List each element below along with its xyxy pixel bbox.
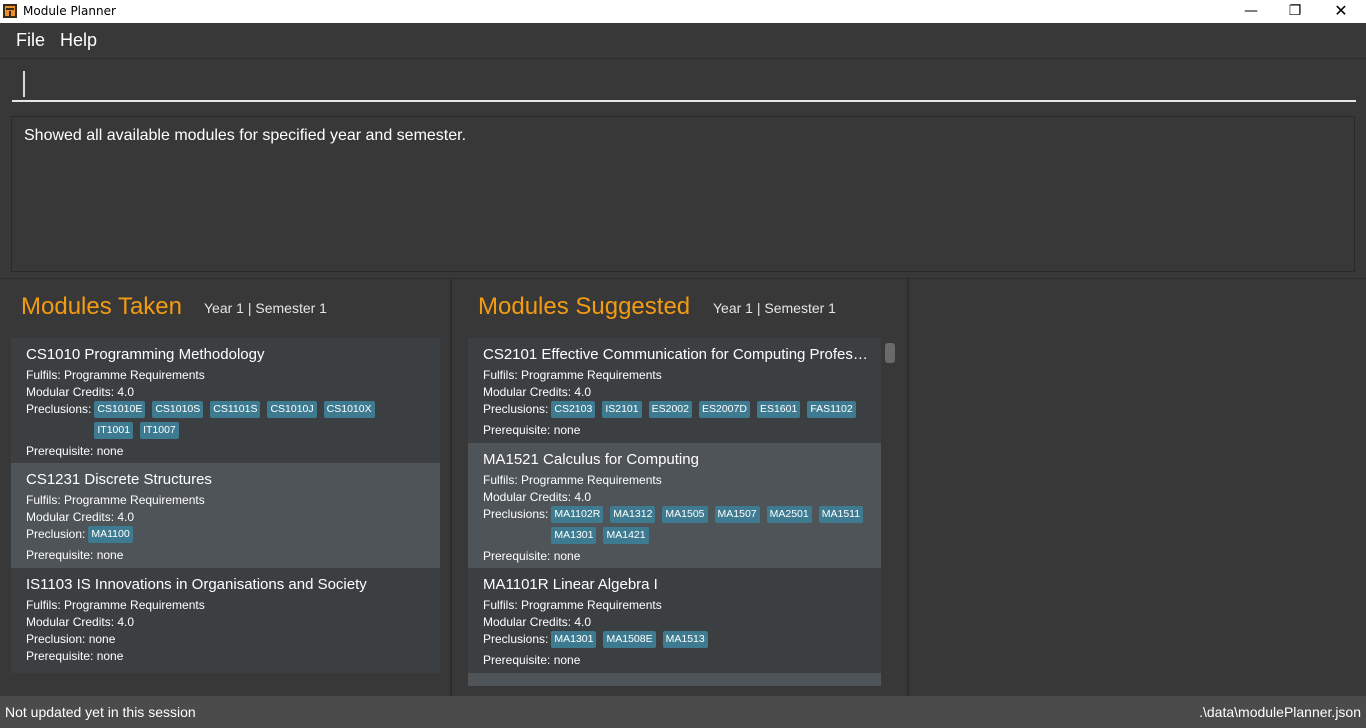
- module-fulfils: Fulfils: Programme Requirements: [26, 493, 205, 507]
- preclusion-label: Preclusions:: [483, 632, 549, 646]
- preclusion-tag: IT1001: [94, 422, 134, 439]
- module-card[interactable]: CS2101 Effective Communication for Compu…: [468, 338, 881, 443]
- module-prerequisite: Prerequisite: none: [483, 653, 581, 667]
- module-credits: Modular Credits: 4.0: [483, 490, 592, 504]
- module-credits: Modular Credits: 4.0: [483, 385, 592, 399]
- module-card[interactable]: MA1521 Calculus for Computing Fulfils: P…: [468, 443, 881, 568]
- sync-status: Not updated yet in this session: [5, 704, 196, 720]
- preclusion-tag: FAS1102: [807, 401, 856, 418]
- module-prerequisite: Prerequisite: none: [26, 649, 124, 663]
- preclusion-tag: MA1513: [662, 631, 708, 648]
- close-button[interactable]: ✕: [1318, 0, 1364, 23]
- text-caret: [23, 71, 25, 97]
- module-preclusions: Preclusions: MA1102R MA1312 MA1505 MA150…: [483, 506, 878, 548]
- panel-divider: [450, 279, 452, 697]
- preclusion-tag: MA1312: [610, 506, 656, 523]
- panel-divider: [907, 279, 909, 697]
- preclusion-tag: CS1101S: [210, 401, 261, 418]
- preclusion-tag: MA1102R: [551, 506, 604, 523]
- preclusion-tag: CS1010E: [94, 401, 146, 418]
- module-title: CS1010 Programming Methodology: [26, 346, 265, 363]
- command-input[interactable]: [12, 64, 1356, 102]
- preclusion-tag: MA1100: [88, 526, 133, 543]
- preclusion-tag: MA1507: [714, 506, 760, 523]
- module-preclusions: Preclusions: MA1301 MA1508E MA1513: [483, 631, 881, 652]
- preclusion-tag: MA1301: [551, 527, 597, 544]
- module-preclusions: Preclusion: MA1100: [26, 526, 440, 547]
- command-box: [0, 58, 1366, 111]
- module-preclusions: Preclusions: CS2103 IS2101 ES2002 ES2007…: [483, 401, 878, 422]
- modules-suggested-list[interactable]: CS2101 Effective Communication for Compu…: [468, 338, 881, 686]
- menu-file[interactable]: File: [16, 30, 45, 51]
- module-credits: Modular Credits: 4.0: [26, 385, 135, 399]
- title-bar: Module Planner — ❐ ✕: [0, 0, 1366, 23]
- module-title: MA1521 Calculus for Computing: [483, 451, 699, 468]
- modules-taken-list[interactable]: CS1010 Programming Methodology Fulfils: …: [11, 338, 440, 673]
- menu-help[interactable]: Help: [60, 30, 97, 51]
- preclusion-tag: MA1505: [662, 506, 708, 523]
- preclusion-tag: CS1010J: [267, 401, 317, 418]
- module-title: IS1103 IS Innovations in Organisations a…: [26, 576, 367, 593]
- result-display-area: Showed all available modules for specifi…: [0, 110, 1366, 278]
- preclusion-label: Preclusions:: [483, 507, 549, 521]
- module-prerequisite: Prerequisite: none: [483, 423, 581, 437]
- app-logo-icon: [3, 4, 17, 18]
- module-prerequisite: Prerequisite: none: [483, 549, 581, 563]
- preclusion-label: Preclusions:: [26, 402, 92, 416]
- preclusion-tag: MA1421: [603, 527, 649, 544]
- module-title: CS2101 Effective Communication for Compu…: [483, 346, 873, 363]
- preclusion-tag: MA2501: [766, 506, 812, 523]
- module-title: MA1101R Linear Algebra I: [483, 576, 658, 593]
- module-card[interactable]: CS1010 Programming Methodology Fulfils: …: [11, 338, 440, 463]
- restore-button[interactable]: ❐: [1272, 0, 1318, 23]
- preclusion-tag: CS1010S: [152, 401, 204, 418]
- module-preclusions: Preclusions: CS1010E CS1010S CS1101S CS1…: [26, 401, 421, 443]
- preclusion-tag: ES2007D: [698, 401, 750, 418]
- module-credits: Modular Credits: 4.0: [483, 615, 592, 629]
- preclusion-tag: ES1601: [756, 401, 801, 418]
- module-card[interactable]: IS1103 IS Innovations in Organisations a…: [11, 568, 440, 673]
- module-fulfils: Fulfils: Programme Requirements: [26, 368, 205, 382]
- modules-suggested-title: Modules Suggested: [478, 293, 691, 320]
- window-title: Module Planner: [23, 4, 116, 18]
- status-bar: Not updated yet in this session .\data\m…: [0, 696, 1366, 728]
- preclusion-label: Preclusions:: [483, 402, 549, 416]
- preclusion-tag: IT1007: [140, 422, 179, 439]
- modules-taken-subtitle: Year 1 | Semester 1: [204, 300, 327, 316]
- preclusion-tag: IS2101: [602, 401, 642, 418]
- preclusion-label: Preclusion:: [26, 527, 86, 541]
- scrollbar-thumb[interactable]: [885, 343, 895, 363]
- preclusion-tag: CS1010X: [323, 401, 375, 418]
- module-preclusions: Preclusion: none: [26, 632, 116, 646]
- module-title: CS1231 Discrete Structures: [26, 471, 212, 488]
- preclusion-tag: CS2103: [551, 401, 596, 418]
- module-fulfils: Fulfils: Programme Requirements: [483, 598, 662, 612]
- modules-suggested-subtitle: Year 1 | Semester 1: [713, 300, 836, 316]
- module-card[interactable]: CS1231 Discrete Structures Fulfils: Prog…: [11, 463, 440, 568]
- module-prerequisite: Prerequisite: none: [26, 548, 124, 562]
- result-text: Showed all available modules for specifi…: [24, 127, 467, 144]
- modules-taken-title: Modules Taken: [21, 293, 182, 320]
- preclusion-tag: ES2002: [648, 401, 692, 418]
- menu-bar: File Help: [0, 23, 1366, 58]
- save-location: .\data\modulePlanner.json: [1199, 704, 1361, 720]
- result-display: Showed all available modules for specifi…: [11, 116, 1355, 272]
- module-fulfils: Fulfils: Programme Requirements: [26, 598, 205, 612]
- module-card[interactable]: MA1101R Linear Algebra I Fulfils: Progra…: [468, 568, 881, 673]
- preclusion-tag: MA1508E: [603, 631, 656, 648]
- module-credits: Modular Credits: 4.0: [26, 615, 135, 629]
- module-fulfils: Fulfils: Programme Requirements: [483, 473, 662, 487]
- preclusion-tag: MA1511: [818, 506, 864, 523]
- minimize-button[interactable]: —: [1228, 0, 1274, 23]
- module-credits: Modular Credits: 4.0: [26, 510, 135, 524]
- module-fulfils: Fulfils: Programme Requirements: [483, 368, 662, 382]
- preclusion-tag: MA1301: [551, 631, 597, 648]
- module-prerequisite: Prerequisite: none: [26, 444, 124, 458]
- module-card-partial[interactable]: [468, 673, 881, 686]
